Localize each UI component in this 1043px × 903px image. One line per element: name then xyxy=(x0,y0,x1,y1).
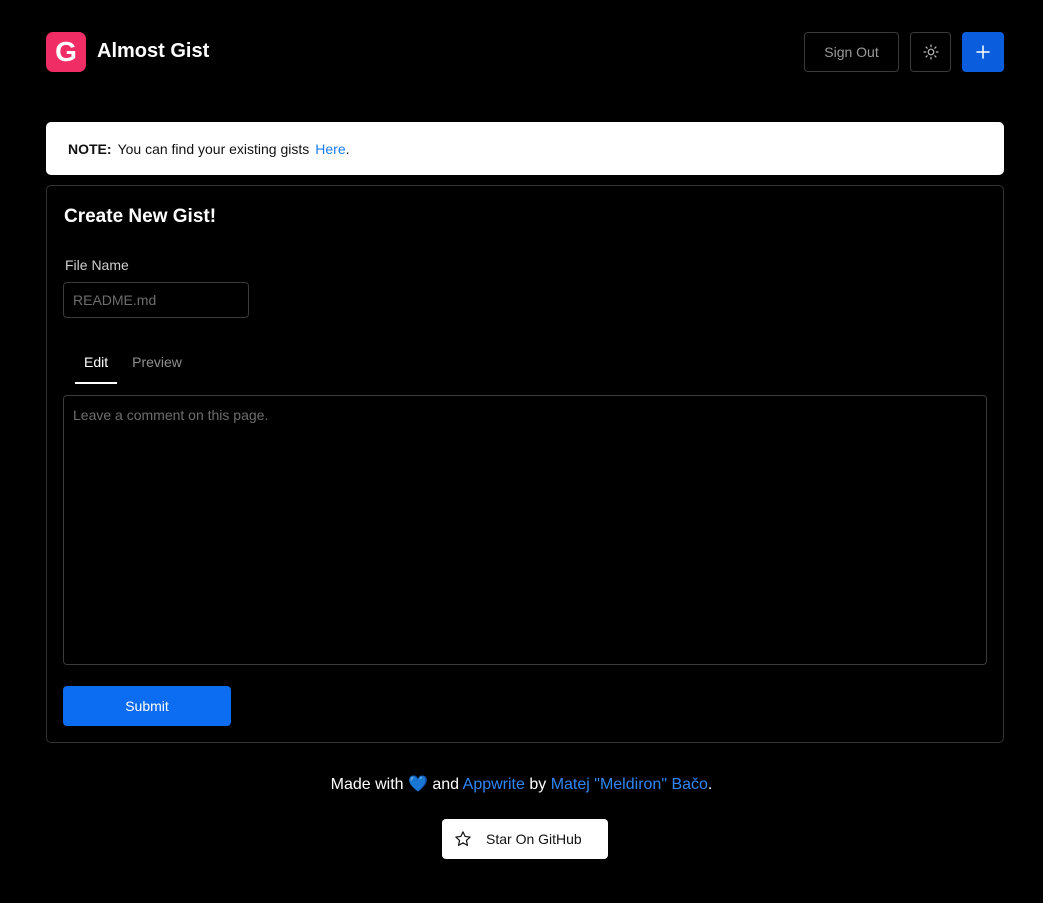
star-icon xyxy=(454,830,472,848)
submit-button[interactable]: Submit xyxy=(63,686,231,726)
existing-gists-link[interactable]: Here xyxy=(315,141,345,157)
editor-tabs: Edit Preview xyxy=(75,342,191,386)
heart-icon: 💙 xyxy=(408,776,428,793)
file-name-input[interactable] xyxy=(63,282,249,318)
sun-icon xyxy=(922,44,939,60)
app-header: G Almost Gist Sign Out xyxy=(46,32,1004,72)
theme-toggle-button[interactable] xyxy=(910,32,951,72)
by-text: by xyxy=(529,776,547,793)
app-logo[interactable]: G xyxy=(46,32,86,72)
logo-letter: G xyxy=(55,36,77,67)
new-gist-button[interactable] xyxy=(962,32,1004,72)
note-period: . xyxy=(345,140,350,157)
star-on-github-button[interactable]: Star On GitHub xyxy=(442,819,608,859)
note-banner: NOTE: You can find your existing gists H… xyxy=(46,122,1004,175)
and-text: and xyxy=(432,776,460,793)
create-gist-card: Create New Gist! File Name Edit Preview … xyxy=(46,185,1004,743)
note-text: You can find your existing gists xyxy=(117,140,310,157)
sign-out-button[interactable]: Sign Out xyxy=(804,32,899,72)
note-label: NOTE: xyxy=(68,140,112,157)
author-link[interactable]: Matej "Meldiron" Bačo xyxy=(551,776,708,793)
file-name-label: File Name xyxy=(65,257,129,273)
made-with-text: Made with xyxy=(330,776,404,793)
plus-icon xyxy=(976,45,990,59)
footer-credits: Made with 💙 and Appwrite by Matej "Meldi… xyxy=(0,774,1043,794)
header-actions: Sign Out xyxy=(804,32,1004,72)
star-label: Star On GitHub xyxy=(486,831,582,847)
appwrite-link[interactable]: Appwrite xyxy=(463,776,525,793)
gist-content-editor[interactable] xyxy=(63,395,987,665)
tab-edit[interactable]: Edit xyxy=(75,342,118,384)
footer-period: . xyxy=(707,776,713,793)
tab-preview[interactable]: Preview xyxy=(123,342,191,384)
form-title: Create New Gist! xyxy=(64,206,217,227)
app-title[interactable]: Almost Gist xyxy=(97,40,209,63)
